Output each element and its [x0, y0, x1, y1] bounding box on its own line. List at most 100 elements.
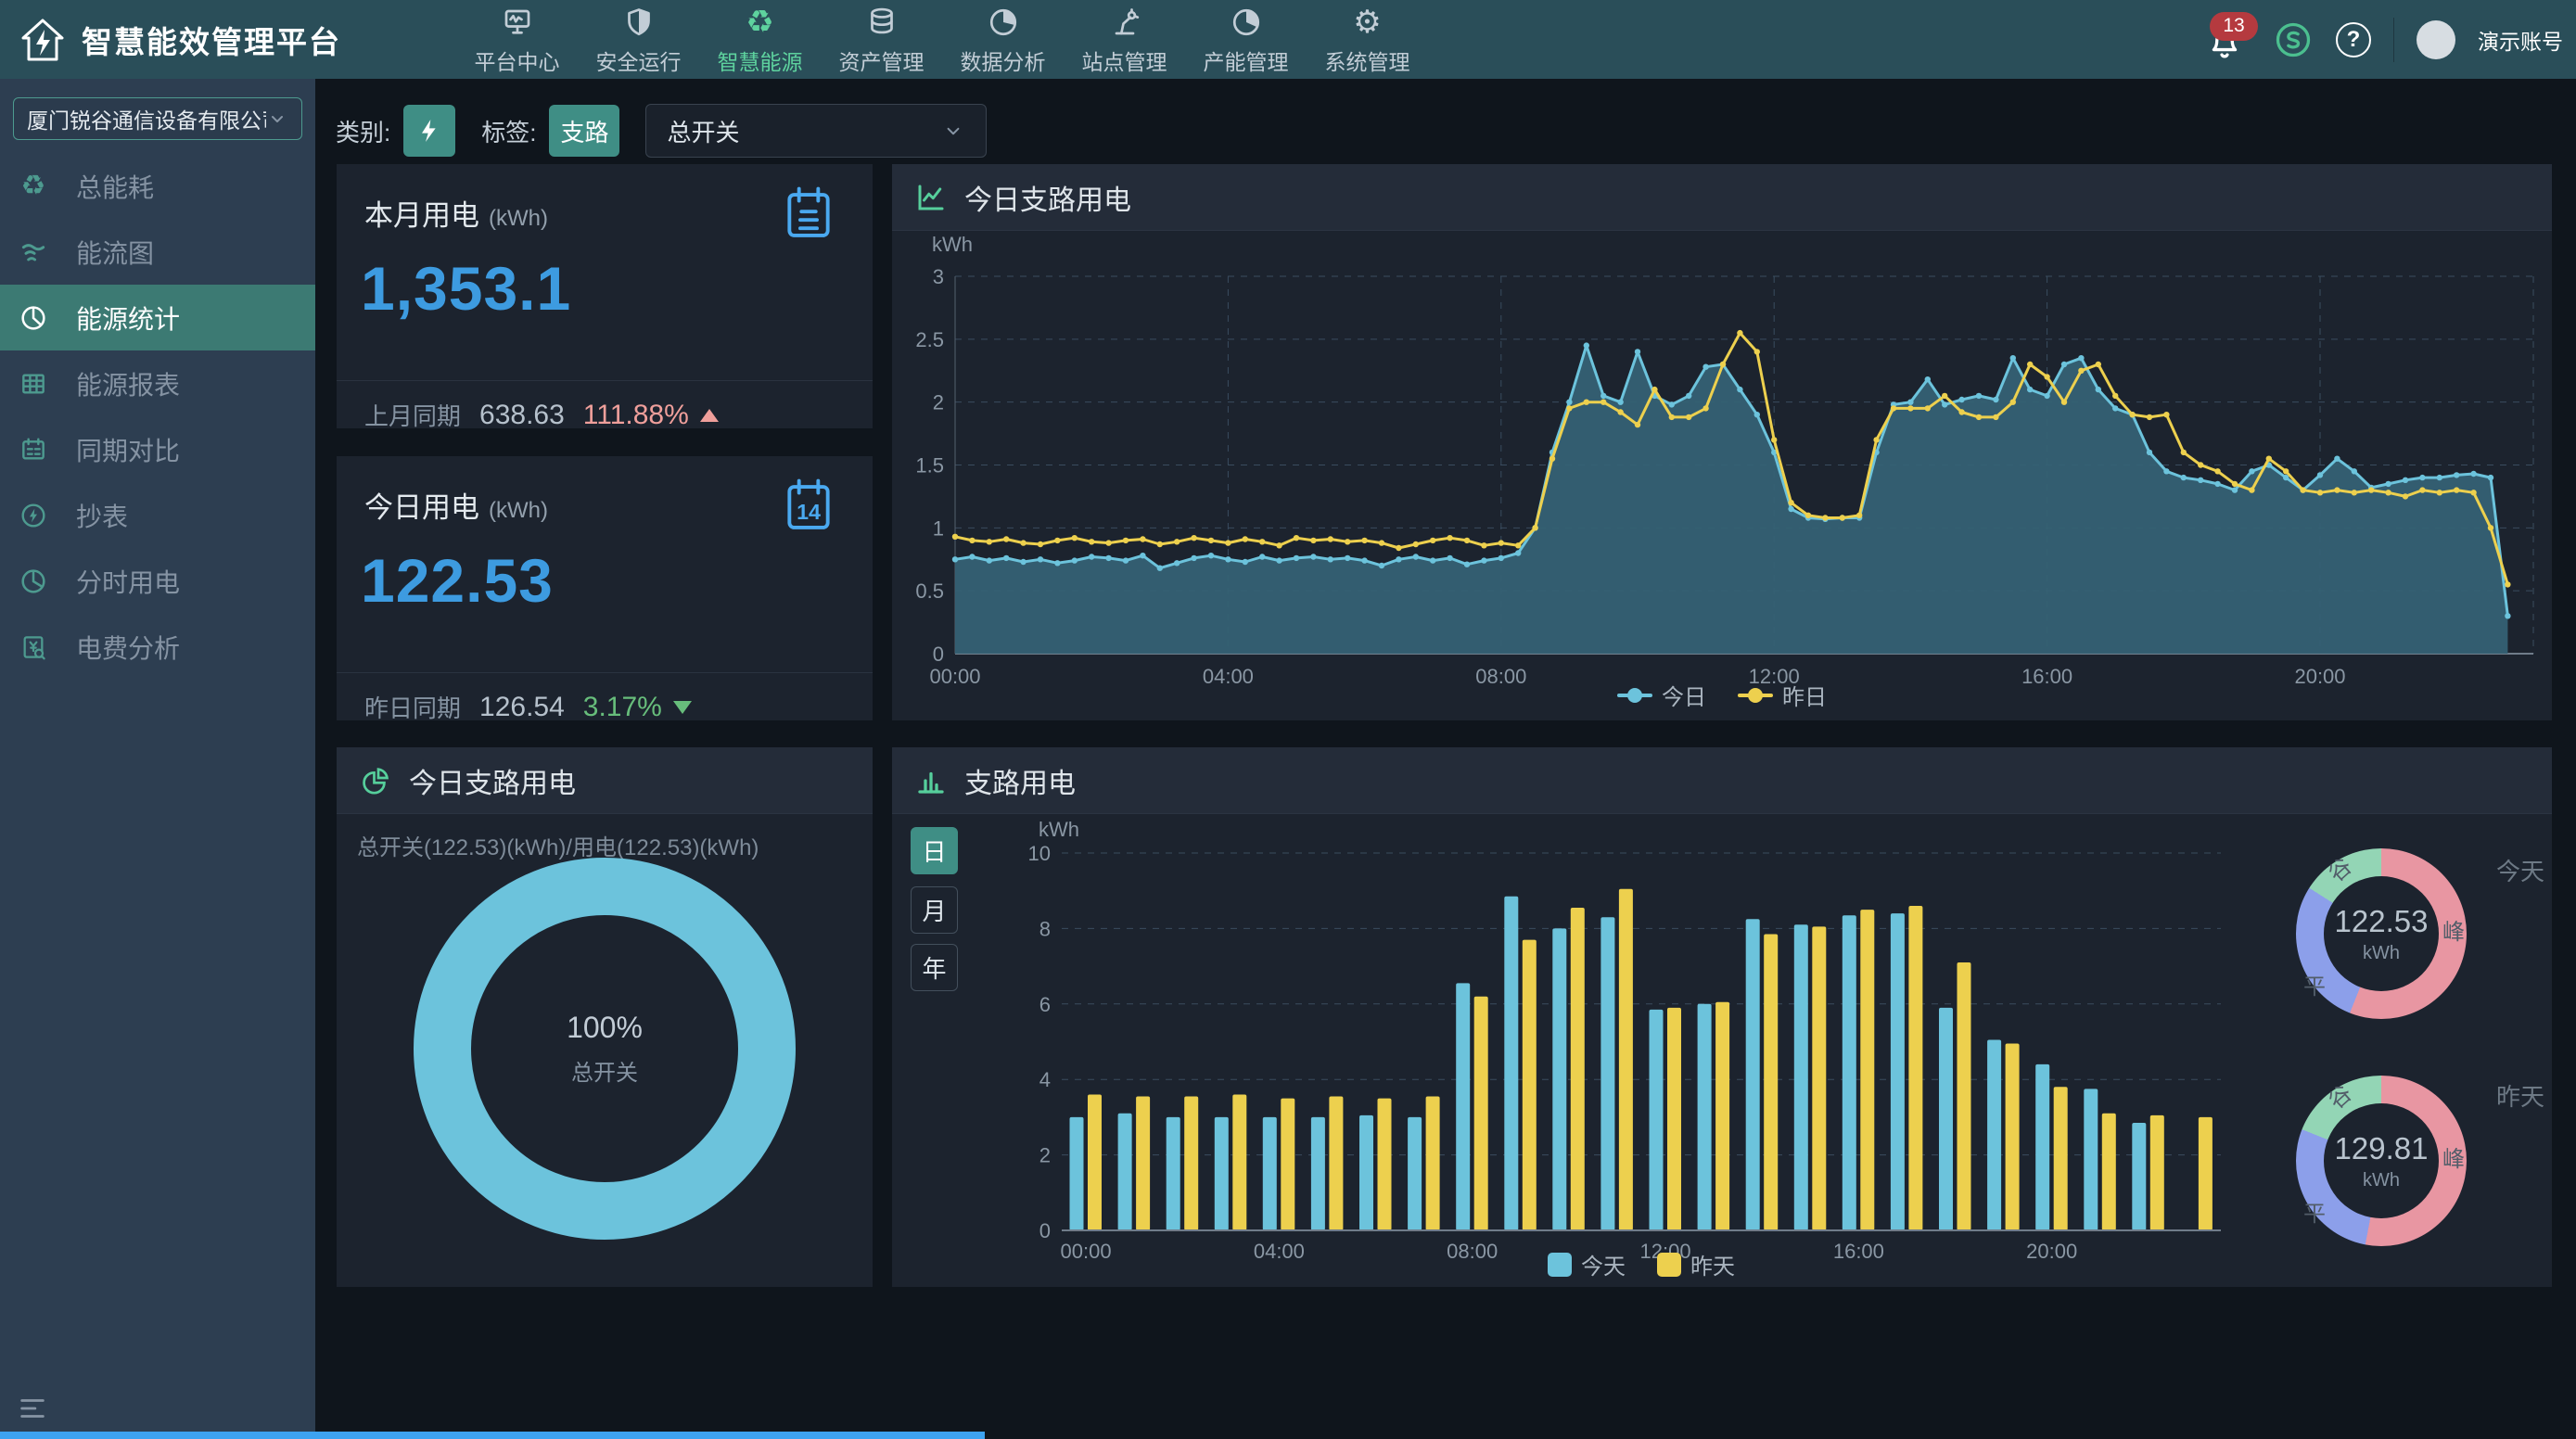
- branch-tag-button[interactable]: 支路: [549, 105, 619, 157]
- card-title: 今日支路用电: [964, 177, 1131, 218]
- recycle-icon: ♻: [19, 172, 48, 201]
- svg-text:kWh: kWh: [1039, 818, 1079, 841]
- electricity-category-button[interactable]: [403, 105, 455, 157]
- sidebar-item-bill-analysis[interactable]: 电费分析: [0, 614, 315, 680]
- card-title: 支路用电: [964, 760, 1076, 801]
- month-compare-row: 上月同期 638.63 111.88%: [364, 398, 719, 432]
- donut-percent: 100%: [567, 1011, 643, 1045]
- sidebar-collapse-button[interactable]: [17, 1393, 48, 1424]
- svg-text:14: 14: [797, 500, 821, 524]
- topnav-item-platform[interactable]: 平台中心: [456, 0, 578, 79]
- topnav-item-sites[interactable]: 站点管理: [1064, 0, 1185, 79]
- donut-center: 122.53 kWh: [2324, 876, 2439, 991]
- svg-text:20:00: 20:00: [2294, 665, 2345, 688]
- sidebar-item-time-of-use[interactable]: 分时用电: [0, 548, 315, 614]
- monitor-pulse-icon: [501, 4, 534, 39]
- sidebar-item-energy-stats[interactable]: 能源统计: [0, 285, 315, 350]
- donut-subtitle: 总开关(122.53)(kWh)/用电(122.53)(kWh): [357, 829, 759, 861]
- horizontal-scrollbar-thumb[interactable]: [0, 1432, 985, 1439]
- svg-text:16:00: 16:00: [1833, 1240, 1884, 1263]
- today-line-marker: [1617, 694, 1652, 697]
- today-usage-value: 122.53: [361, 545, 554, 616]
- notifications-button[interactable]: 13: [2204, 14, 2251, 66]
- topbar-right: 13 ? 演示账号: [2204, 0, 2563, 79]
- trend-down-icon: [673, 701, 692, 714]
- card-unit: (kWh): [489, 206, 548, 232]
- topnav-label: 安全运行: [596, 45, 682, 76]
- chevron-down-icon: [941, 119, 965, 143]
- donut-label: 总开关: [571, 1054, 638, 1087]
- legend-yesterday[interactable]: 昨天: [1657, 1248, 1735, 1280]
- month-usage-value: 1,353.1: [361, 253, 571, 324]
- compare-calendar-icon: [19, 435, 48, 465]
- yesterday-line-marker: [1738, 694, 1773, 697]
- sidebar-item-total-energy[interactable]: ♻ 总能耗: [0, 153, 315, 219]
- today-branch-line-chart[interactable]: 00.511.522.5300:0004:0008:0012:0016:0020…: [892, 231, 2552, 720]
- svg-text:1: 1: [933, 516, 944, 540]
- svg-text:08:00: 08:00: [1475, 665, 1526, 688]
- topnav-label: 系统管理: [1325, 45, 1410, 76]
- peak-segment-label: 峰: [2442, 913, 2465, 946]
- svg-text:04:00: 04:00: [1203, 665, 1254, 688]
- svg-text:3: 3: [933, 265, 944, 288]
- yesterday-donut-label: 昨天: [2496, 1078, 2544, 1113]
- svg-text:04:00: 04:00: [1254, 1240, 1305, 1263]
- pie-chart-icon: [359, 764, 392, 797]
- sidebar-item-period-compare[interactable]: 同期对比: [0, 416, 315, 482]
- company-name: 厦门锐谷通信设备有限公司: [27, 103, 266, 134]
- svg-text:2: 2: [1039, 1144, 1051, 1167]
- svg-text:0: 0: [1039, 1219, 1051, 1242]
- health-link-button[interactable]: [2273, 19, 2314, 60]
- energy-flow-icon: [19, 237, 48, 267]
- today-tou-donut[interactable]: 122.53 kWh 谷 峰 平: [2296, 848, 2467, 1019]
- sidebar: 厦门锐谷通信设备有限公司 ♻ 总能耗 能流图: [0, 79, 315, 1439]
- notification-badge: 13: [2210, 12, 2258, 41]
- svg-text:0.5: 0.5: [915, 579, 944, 603]
- legend-yesterday[interactable]: 昨日: [1738, 679, 1827, 711]
- topnav-label: 站点管理: [1082, 45, 1167, 76]
- line-chart-legend: 今日 昨日: [1617, 679, 1827, 711]
- card-title: 本月用电: [364, 192, 479, 234]
- filter-bar: 类别: 标签: 支路 总开关: [315, 104, 987, 158]
- branch-usage-bar-card: 支路用电 日 月 年 0246810kWh00:0004:0008:0012:0…: [892, 747, 2552, 1287]
- legend-today[interactable]: 今天: [1548, 1248, 1626, 1280]
- yesterday-tou-donut[interactable]: 129.81 kWh 谷 峰 平: [2296, 1076, 2467, 1246]
- gear-icon: ⚙: [1353, 4, 1381, 39]
- divider: [337, 380, 873, 381]
- sidebar-item-energy-flow[interactable]: 能流图: [0, 219, 315, 285]
- topnav-item-analytics[interactable]: 数据分析: [942, 0, 1064, 79]
- sidebar-item-energy-report[interactable]: 能源报表: [0, 350, 315, 416]
- topnav-item-capacity[interactable]: 产能管理: [1185, 0, 1307, 79]
- flat-segment-label: 平: [2303, 1195, 2326, 1228]
- card-header: 今日支路用电: [892, 164, 2552, 231]
- topnav-item-smart-energy[interactable]: ♻ 智慧能源: [699, 0, 821, 79]
- app-logo-icon: [19, 16, 67, 64]
- help-button[interactable]: ?: [2336, 22, 2371, 57]
- card-title: 今日用电: [364, 484, 479, 526]
- bar-chart-icon: [914, 764, 948, 797]
- bar-chart-legend: 今天 昨天: [1548, 1248, 1735, 1280]
- svg-text:4: 4: [1039, 1068, 1051, 1091]
- recycle-icon: ♻: [746, 4, 773, 39]
- legend-today[interactable]: 今日: [1617, 679, 1706, 711]
- report-table-icon: [19, 369, 48, 399]
- top-navigation: 平台中心 安全运行 ♻ 智慧能源 资产管理: [456, 0, 1428, 79]
- topnav-item-assets[interactable]: 资产管理: [821, 0, 942, 79]
- topnav-item-security[interactable]: 安全运行: [578, 0, 699, 79]
- flat-segment-label: 平: [2303, 968, 2326, 1000]
- avatar[interactable]: [2417, 20, 2455, 59]
- topnav-item-system[interactable]: ⚙ 系统管理: [1307, 0, 1428, 79]
- sidebar-item-meter-reading[interactable]: 抄表: [0, 482, 315, 548]
- topnav-label: 智慧能源: [718, 45, 803, 76]
- month-usage-card: 本月用电 (kWh) 1,353.1 上月同期 638.63 111.88%: [337, 164, 873, 428]
- svg-text:8: 8: [1039, 917, 1051, 940]
- chevron-down-icon: [266, 108, 288, 130]
- sidebar-menu: ♻ 总能耗 能流图 能源统计: [0, 153, 315, 680]
- shield-icon: [622, 4, 656, 39]
- card-header: 今日支路用电: [337, 747, 873, 814]
- svg-text:kWh: kWh: [932, 233, 973, 256]
- branch-select[interactable]: 总开关: [645, 104, 987, 158]
- topnav-label: 资产管理: [839, 45, 925, 76]
- company-select[interactable]: 厦门锐谷通信设备有限公司: [13, 97, 302, 140]
- today-compare-row: 昨日同期 126.54 3.17%: [364, 690, 692, 724]
